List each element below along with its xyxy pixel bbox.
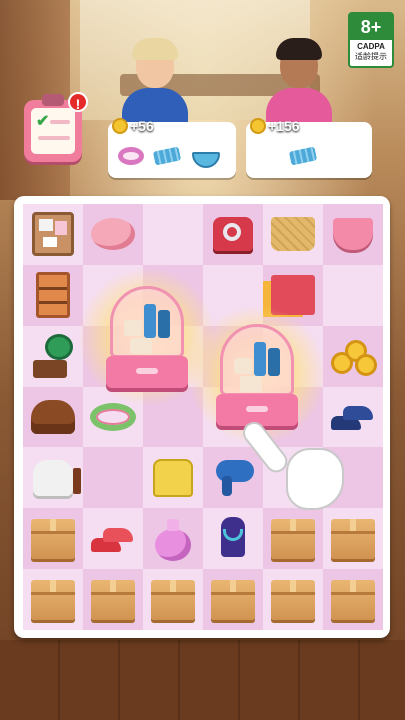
jewelry-bust-icon [213,516,253,561]
generator-base [106,356,188,388]
box-icon [331,518,375,559]
board-cell[interactable] [323,264,383,326]
board-cell[interactable] [143,204,203,265]
box-icon [31,518,75,559]
avatar-hair [132,38,178,60]
alert-badge: ! [68,92,88,112]
task-line [38,136,70,140]
hair-clip-icon [288,144,318,168]
board-cell[interactable] [23,204,83,265]
box-icon [151,579,195,620]
task-line [50,120,70,124]
checkmark-icon: ✔ [36,113,50,130]
corkboard-icon [32,212,74,257]
box-icon [271,579,315,620]
board-cell[interactable] [323,204,383,265]
board-cell[interactable] [23,569,83,630]
board-cell[interactable] [143,508,203,570]
board-cell[interactable] [203,447,263,509]
tasks-clipboard-button[interactable]: ✔ ! [24,92,88,164]
quilted-handbag-icon [271,217,315,252]
bread-loaf-icon [31,399,75,434]
box-icon [331,579,375,620]
perfume-body [155,528,191,561]
cream-jar [130,338,152,354]
coin-icon [112,118,128,134]
board-cell[interactable] [23,386,83,448]
tutorial-hand-pointer [238,412,352,512]
coin [355,354,377,377]
board-cell[interactable] [203,204,263,265]
lotion-tube [144,304,156,338]
ring-box-icon [213,217,253,252]
phonograph-base [33,360,67,379]
wooden-floor [0,640,405,720]
lotion-tube [268,348,280,376]
hair-dryer-icon [210,459,256,496]
lotion-tube [254,342,266,376]
reward-amount: +156 [268,118,300,134]
cosmetics-case-generator[interactable] [80,264,214,410]
board-cell[interactable] [323,569,383,630]
order-card-1[interactable]: +56 [108,118,236,178]
board-cell[interactable] [23,508,83,570]
age-rating-value: 8+ [350,14,392,40]
board-cell[interactable] [143,447,203,509]
customer-avatar-dark-hair[interactable] [262,38,334,128]
board-cell[interactable] [203,569,263,630]
gold-coins-icon [329,336,377,377]
aroma-diffuser-icon [33,459,81,496]
hair-clip-icon [152,144,182,168]
board-cell[interactable] [23,325,83,387]
board-cell[interactable] [143,569,203,630]
board-cell[interactable] [263,508,323,570]
box-icon [91,579,135,620]
board-cell[interactable] [83,508,143,570]
phonograph-horn [45,334,73,361]
board-cell[interactable] [83,447,143,509]
board-cell[interactable] [263,569,323,630]
order-card-2[interactable]: +156 [246,118,372,178]
age-rating-badge: 8+ CADPA 适龄提示 [348,12,394,68]
yellow-jacket-icon [153,458,193,497]
phonograph-icon [33,334,73,379]
board-cell[interactable] [23,447,83,509]
box-icon [211,579,255,620]
box-icon [271,518,315,559]
cream-jar [234,358,252,374]
clipboard-clip [42,94,64,106]
age-rating-tip: 适龄提示 [355,52,387,61]
board-cell[interactable] [263,204,323,265]
perfume-cap [167,518,179,531]
cream-jar [240,376,262,392]
board-cell[interactable] [203,508,263,570]
board-cell[interactable] [23,264,83,326]
piggy-bank-icon [91,218,135,251]
board-cell[interactable] [323,508,383,570]
cream-jar [124,320,142,336]
avatar-hair [276,38,322,60]
shoe [103,527,133,542]
coin-icon [250,118,266,134]
wardrobe-shelf-icon [36,272,70,319]
dryer-handle [222,475,232,496]
bowl-whisk-icon [192,144,220,168]
order-reward: +56 [112,118,154,134]
customer-avatar-blonde[interactable] [118,38,190,128]
red-heels-icon [91,520,135,558]
lotion-tube [158,310,170,338]
bracelet-icon [118,144,146,168]
board-cell[interactable] [83,569,143,630]
board-cell[interactable] [323,325,383,387]
age-rating-org: CADPA [357,42,385,51]
order-reward: +156 [250,118,300,134]
hand-palm [286,448,344,510]
board-cell[interactable] [83,204,143,265]
reward-amount: +56 [130,118,154,134]
box-icon [31,579,75,620]
perfume-bottle-icon [153,517,193,561]
teacup-icon [333,218,373,251]
